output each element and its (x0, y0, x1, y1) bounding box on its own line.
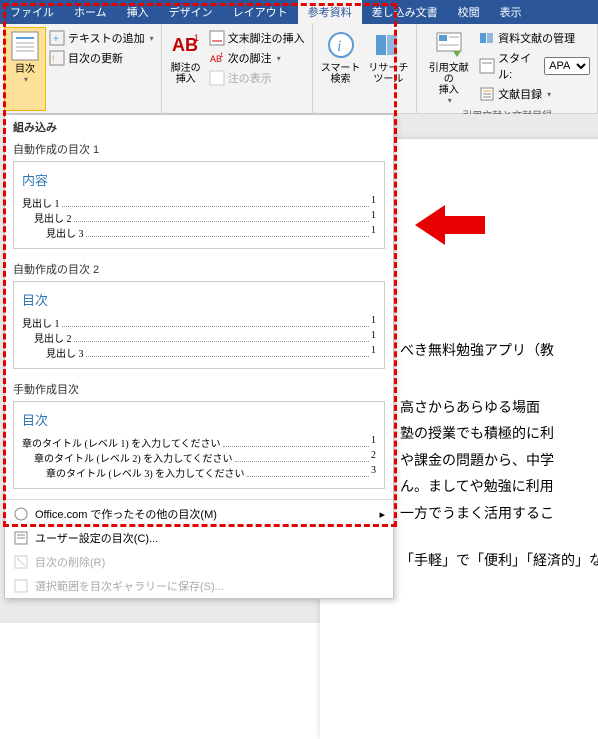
bibliography-icon (479, 86, 495, 102)
menu-save-label: 選択範囲を目次ギャラリーに保存(S)... (35, 578, 224, 594)
next-footnote-label: 次の脚注 (228, 50, 272, 66)
save-gallery-icon (13, 578, 29, 594)
manage-sources-label: 資料文献の管理 (498, 30, 575, 46)
office-icon (13, 506, 29, 522)
tab-references[interactable]: 参考資料 (298, 0, 362, 24)
auto-toc-2-heading: 目次 (22, 290, 376, 309)
auto-toc-2-title: 自動作成の目次 2 (5, 259, 393, 279)
auto-toc-2-preview[interactable]: 目次 見出し 11 見出し 21 見出し 31 (13, 281, 385, 369)
citation-icon (433, 29, 465, 61)
toc-gallery-dropdown: 組み込み 自動作成の目次 1 内容 見出し 11 見出し 21 見出し 31 自… (4, 114, 394, 599)
update-toc-icon: ! (49, 50, 65, 66)
group-research: i スマート 検索 リサーチ ツール (313, 24, 418, 113)
svg-text:1: 1 (194, 33, 199, 43)
toc-icon (9, 30, 41, 62)
next-footnote-button[interactable]: AB1 次の脚注 (206, 49, 308, 67)
svg-text:+: + (53, 34, 59, 45)
custom-toc-icon (13, 530, 29, 546)
doc-line: 高さからあらゆる場面 (400, 396, 598, 423)
footnote-icon: AB1 (170, 29, 202, 61)
endnote-icon (209, 30, 225, 46)
chevron-right-icon: ▸ (379, 508, 385, 521)
ribbon-tabs: ファイル ホーム 挿入 デザイン レイアウト 参考資料 差し込み文書 校閲 表示 (0, 0, 598, 24)
research-tool-button[interactable]: リサーチ ツール (364, 27, 412, 111)
auto-toc-1-preview[interactable]: 内容 見出し 11 見出し 21 見出し 31 (13, 161, 385, 249)
style-icon (479, 58, 495, 74)
bibliography-button[interactable]: 文献目録 (476, 85, 593, 103)
update-toc-button[interactable]: ! 目次の更新 (46, 49, 157, 67)
research-tool-label: リサーチ ツール (368, 63, 408, 85)
doc-line: 「手軽」で「便利」「経済的」なアプリ (400, 549, 598, 576)
group-citations: 引用文献の 挿入 資料文献の管理 スタイル: APA 文献目録 (417, 24, 598, 113)
svg-text:1: 1 (220, 53, 224, 59)
research-tool-icon (372, 29, 404, 61)
smart-lookup-label: スマート 検索 (321, 63, 361, 85)
insert-footnote-button[interactable]: AB1 脚注の 挿入 (166, 27, 206, 111)
update-toc-label: 目次の更新 (68, 50, 123, 66)
ribbon: 目次 + テキストの追加 ! 目次の更新 AB1 脚注の 挿入 (0, 24, 598, 114)
show-notes-label: 注の表示 (228, 70, 272, 86)
bibliography-label: 文献目録 (498, 86, 542, 102)
doc-line: べき無料勉強アプリ（教 (400, 339, 598, 366)
citation-style-row: スタイル: APA (476, 49, 593, 83)
insert-endnote-button[interactable]: 文末脚注の挿入 (206, 29, 308, 47)
doc-line: 一方でうまく活用するこ (400, 502, 598, 529)
auto-toc-1-heading: 内容 (22, 170, 376, 189)
auto-toc-1-title: 自動作成の目次 1 (5, 139, 393, 159)
insert-citation-button[interactable]: 引用文献の 挿入 (421, 27, 476, 107)
menu-remove-toc: 目次の削除(R) (5, 550, 393, 574)
group-toc: 目次 + テキストの追加 ! 目次の更新 (0, 24, 162, 113)
citation-style-select[interactable]: APA (544, 57, 590, 75)
menu-custom-toc[interactable]: ユーザー設定の目次(C)... (5, 526, 393, 550)
menu-remove-label: 目次の削除(R) (35, 554, 105, 570)
style-label: スタイル: (498, 50, 541, 82)
menu-office-label: Office.com で作ったその他の目次(M) (35, 506, 217, 522)
next-footnote-icon: AB1 (209, 50, 225, 66)
manual-toc-heading: 目次 (22, 410, 376, 429)
tab-mailings[interactable]: 差し込み文書 (362, 0, 448, 24)
smart-lookup-button[interactable]: i スマート 検索 (317, 27, 365, 111)
tab-insert[interactable]: 挿入 (117, 0, 159, 24)
smart-lookup-icon: i (325, 29, 357, 61)
group-footnotes: AB1 脚注の 挿入 文末脚注の挿入 AB1 次の脚注 注の表示 (162, 24, 313, 113)
remove-toc-icon (13, 554, 29, 570)
annotation-arrow (415, 200, 485, 250)
menu-office-templates[interactable]: Office.com で作ったその他の目次(M) ▸ (5, 502, 393, 526)
manual-toc-title: 手動作成目次 (5, 379, 393, 399)
menu-custom-label: ユーザー設定の目次(C)... (35, 530, 158, 546)
add-text-label: テキストの追加 (68, 30, 145, 46)
show-notes-icon (209, 70, 225, 86)
svg-text:i: i (337, 38, 341, 55)
tab-file[interactable]: ファイル (0, 0, 64, 24)
doc-line: 塾の授業でも積極的に利 (400, 422, 598, 449)
manage-sources-icon (479, 30, 495, 46)
svg-text:!: ! (52, 54, 55, 64)
add-text-icon: + (49, 30, 65, 46)
show-notes-button[interactable]: 注の表示 (206, 69, 308, 87)
tab-view[interactable]: 表示 (490, 0, 532, 24)
doc-line: や課金の問題から、中学 (400, 449, 598, 476)
add-text-button[interactable]: + テキストの追加 (46, 29, 157, 47)
manage-sources-button[interactable]: 資料文献の管理 (476, 29, 593, 47)
insert-citation-label: 引用文献の 挿入 (425, 63, 472, 96)
tab-review[interactable]: 校閲 (448, 0, 490, 24)
doc-line: ん。ましてや勉強に利用 (400, 475, 598, 502)
tab-layout[interactable]: レイアウト (223, 0, 298, 24)
toc-button-label: 目次 (15, 64, 35, 75)
toc-button[interactable]: 目次 (4, 27, 46, 111)
menu-save-selection: 選択範囲を目次ギャラリーに保存(S)... (5, 574, 393, 598)
manual-toc-preview[interactable]: 目次 章のタイトル (レベル 1) を入力してください1 章のタイトル (レベル… (13, 401, 385, 489)
builtin-section-label: 組み込み (5, 115, 393, 139)
insert-footnote-label: 脚注の 挿入 (171, 63, 201, 85)
tab-home[interactable]: ホーム (64, 0, 117, 24)
tab-design[interactable]: デザイン (159, 0, 223, 24)
insert-endnote-label: 文末脚注の挿入 (228, 30, 305, 46)
